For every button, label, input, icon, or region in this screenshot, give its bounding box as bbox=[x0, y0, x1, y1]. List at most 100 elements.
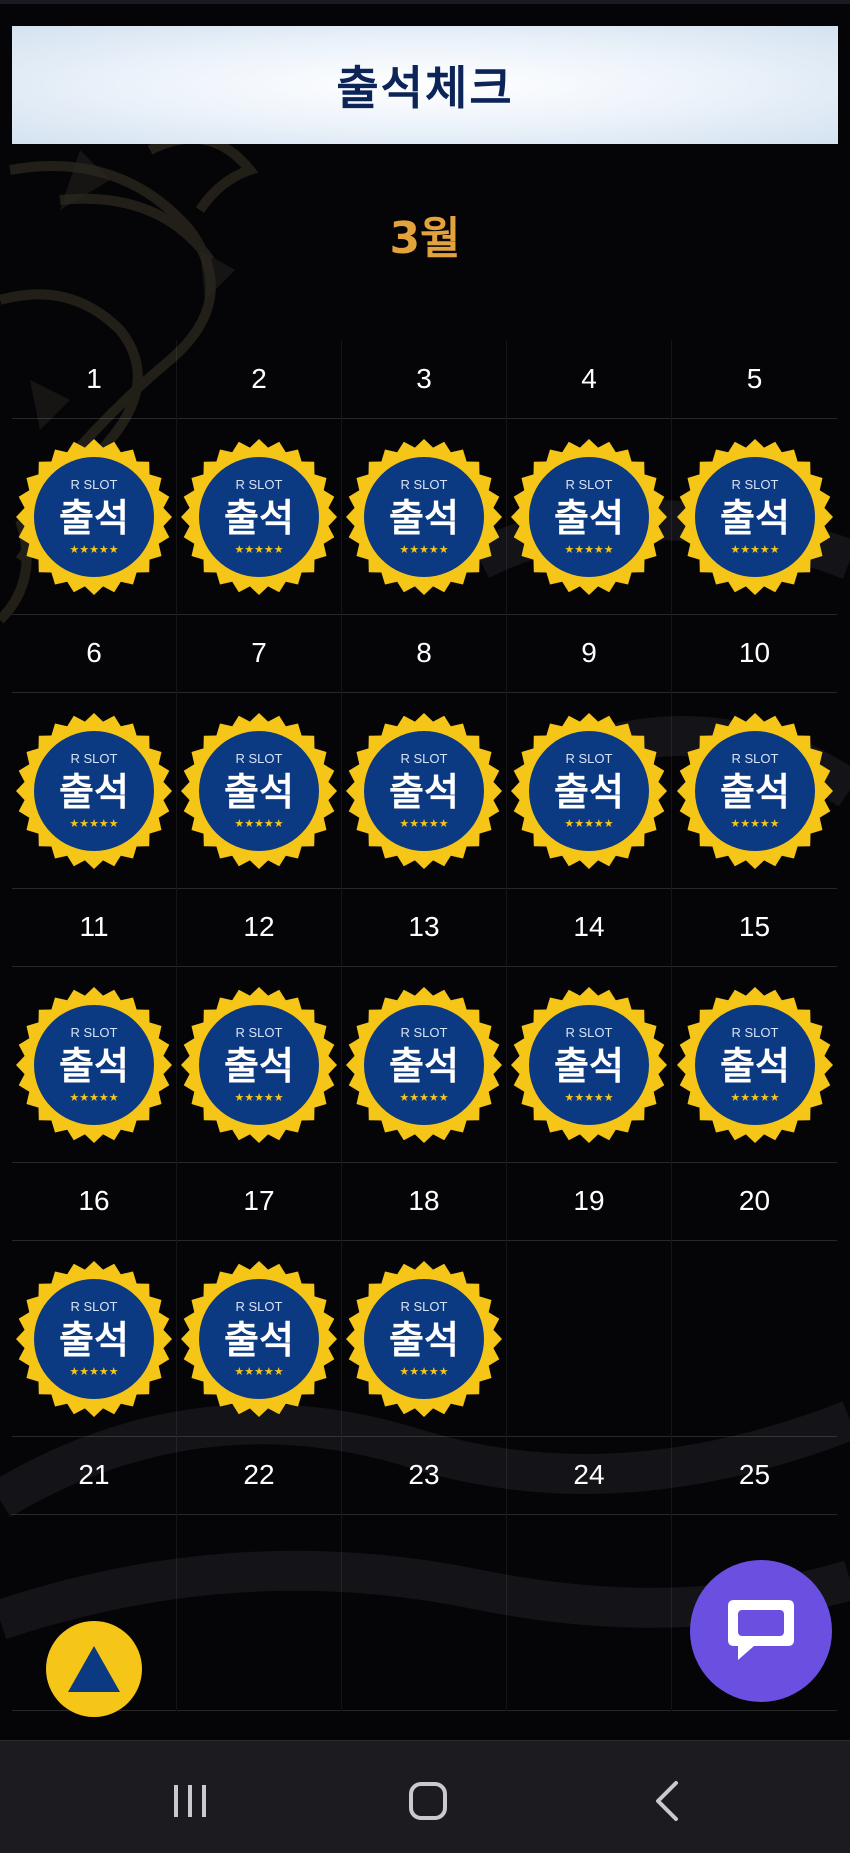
calendar-day-cell: 9 R SLOT 출석 ★★★★★ bbox=[507, 614, 672, 889]
attendance-badge: R SLOT 출석 ★★★★★ bbox=[14, 985, 174, 1145]
badge-brand: R SLOT bbox=[566, 751, 613, 766]
badge-stars: ★★★★★ bbox=[69, 817, 118, 830]
badge-label: 출석 bbox=[389, 1318, 459, 1362]
attendance-stamp-icon: R SLOT 출석 ★★★★★ bbox=[181, 712, 337, 869]
attendance-badge: R SLOT 출석 ★★★★★ bbox=[675, 711, 835, 871]
attendance-stamp-icon: R SLOT 출석 ★★★★★ bbox=[511, 438, 667, 595]
attendance-slot: R SLOT 출석 ★★★★★ bbox=[177, 967, 341, 1163]
attendance-badge: R SLOT 출석 ★★★★★ bbox=[344, 437, 504, 597]
attendance-stamp-icon: R SLOT 출석 ★★★★★ bbox=[346, 1260, 502, 1417]
attendance-slot: R SLOT 출석 ★★★★★ bbox=[177, 419, 341, 615]
attendance-slot: R SLOT 출석 ★★★★★ bbox=[177, 693, 341, 889]
badge-brand: R SLOT bbox=[731, 1025, 778, 1040]
calendar-day-cell: 16 R SLOT 출석 ★★★★★ bbox=[12, 1162, 177, 1437]
badge-label: 출석 bbox=[389, 1044, 459, 1088]
day-number: 7 bbox=[177, 614, 341, 693]
recent-apps-button[interactable] bbox=[160, 1771, 220, 1831]
attendance-stamp-icon: R SLOT 출석 ★★★★★ bbox=[346, 438, 502, 595]
day-number: 11 bbox=[12, 888, 176, 967]
calendar-day-cell: 12 R SLOT 출석 ★★★★★ bbox=[177, 888, 342, 1163]
attendance-slot: R SLOT 출석 ★★★★★ bbox=[672, 419, 837, 615]
badge-stars: ★★★★★ bbox=[399, 817, 448, 830]
attendance-slot: R SLOT 출석 ★★★★★ bbox=[12, 1241, 176, 1437]
badge-label: 출석 bbox=[224, 496, 294, 540]
back-icon bbox=[656, 1781, 678, 1821]
badge-label: 출석 bbox=[59, 1044, 129, 1088]
badge-label: 출석 bbox=[224, 1044, 294, 1088]
attendance-badge: R SLOT 출석 ★★★★★ bbox=[14, 437, 174, 597]
badge-brand: R SLOT bbox=[71, 751, 118, 766]
calendar-day-cell: 20 bbox=[672, 1162, 837, 1437]
badge-stars: ★★★★★ bbox=[730, 543, 779, 556]
home-button[interactable] bbox=[398, 1771, 458, 1831]
attendance-badge: R SLOT 출석 ★★★★★ bbox=[675, 985, 835, 1145]
day-number: 4 bbox=[507, 340, 671, 419]
attendance-slot: R SLOT 출석 ★★★★★ bbox=[177, 1241, 341, 1437]
attendance-slot: R SLOT 출석 ★★★★★ bbox=[12, 419, 176, 615]
back-button[interactable] bbox=[638, 1771, 698, 1831]
badge-label: 출석 bbox=[59, 770, 129, 814]
badge-brand: R SLOT bbox=[71, 1299, 118, 1314]
calendar-day-cell: 18 R SLOT 출석 ★★★★★ bbox=[342, 1162, 507, 1437]
badge-label: 출석 bbox=[59, 496, 129, 540]
attendance-slot: R SLOT 출석 ★★★★★ bbox=[12, 693, 176, 889]
attendance-stamp-icon: R SLOT 출석 ★★★★★ bbox=[676, 438, 833, 595]
badge-brand: R SLOT bbox=[71, 1025, 118, 1040]
recent-apps-icon bbox=[174, 1785, 206, 1817]
attendance-slot: R SLOT 출석 ★★★★★ bbox=[12, 967, 176, 1163]
day-number: 20 bbox=[672, 1162, 837, 1241]
attendance-slot bbox=[507, 1515, 671, 1711]
day-number: 23 bbox=[342, 1436, 506, 1515]
attendance-slot bbox=[342, 1515, 506, 1711]
badge-stars: ★★★★★ bbox=[399, 543, 448, 556]
attendance-stamp-icon: R SLOT 출석 ★★★★★ bbox=[181, 1260, 337, 1417]
scroll-top-button[interactable] bbox=[46, 1621, 142, 1717]
attendance-badge: R SLOT 출석 ★★★★★ bbox=[344, 985, 504, 1145]
badge-stars: ★★★★★ bbox=[234, 1091, 283, 1104]
calendar-day-cell: 6 R SLOT 출석 ★★★★★ bbox=[12, 614, 177, 889]
badge-label: 출석 bbox=[720, 770, 790, 814]
badge-stars: ★★★★★ bbox=[69, 1091, 118, 1104]
calendar-day-cell: 2 R SLOT 출석 ★★★★★ bbox=[177, 340, 342, 615]
badge-brand: R SLOT bbox=[236, 751, 283, 766]
attendance-badge: R SLOT 출석 ★★★★★ bbox=[509, 711, 669, 871]
chat-button[interactable] bbox=[690, 1560, 832, 1702]
attendance-slot bbox=[672, 1241, 837, 1437]
day-number: 16 bbox=[12, 1162, 176, 1241]
attendance-badge: R SLOT 출석 ★★★★★ bbox=[179, 1259, 339, 1419]
day-number: 19 bbox=[507, 1162, 671, 1241]
day-number: 1 bbox=[12, 340, 176, 419]
badge-stars: ★★★★★ bbox=[564, 817, 613, 830]
calendar-day-cell: 24 bbox=[507, 1436, 672, 1711]
attendance-stamp-icon: R SLOT 출석 ★★★★★ bbox=[16, 1260, 172, 1417]
attendance-badge: R SLOT 출석 ★★★★★ bbox=[344, 1259, 504, 1419]
day-number: 9 bbox=[507, 614, 671, 693]
badge-brand: R SLOT bbox=[71, 477, 118, 492]
calendar-day-cell: 1 R SLOT 출석 ★★★★★ bbox=[12, 340, 177, 615]
day-number: 18 bbox=[342, 1162, 506, 1241]
badge-label: 출석 bbox=[720, 496, 790, 540]
badge-brand: R SLOT bbox=[236, 1299, 283, 1314]
badge-stars: ★★★★★ bbox=[234, 1365, 283, 1378]
attendance-slot: R SLOT 출석 ★★★★★ bbox=[342, 967, 506, 1163]
badge-brand: R SLOT bbox=[566, 1025, 613, 1040]
attendance-stamp-icon: R SLOT 출석 ★★★★★ bbox=[676, 712, 833, 869]
calendar-day-cell: 14 R SLOT 출석 ★★★★★ bbox=[507, 888, 672, 1163]
day-number: 15 bbox=[672, 888, 837, 967]
calendar-day-cell: 10 R SLOT 출석 ★★★★★ bbox=[672, 614, 837, 889]
chat-bubble-icon bbox=[728, 1600, 794, 1660]
badge-stars: ★★★★★ bbox=[234, 543, 283, 556]
badge-label: 출석 bbox=[224, 770, 294, 814]
attendance-calendar: 1 R SLOT 출석 ★★★★★ 2 R SLOT 출석 ★★★★★ 3 R SLOT 출석 ★★★… bbox=[12, 340, 837, 1711]
attendance-badge: R SLOT 출석 ★★★★★ bbox=[509, 437, 669, 597]
attendance-slot: R SLOT 출석 ★★★★★ bbox=[342, 419, 506, 615]
calendar-day-cell: 7 R SLOT 출석 ★★★★★ bbox=[177, 614, 342, 889]
badge-stars: ★★★★★ bbox=[69, 1365, 118, 1378]
attendance-slot: R SLOT 출석 ★★★★★ bbox=[672, 693, 837, 889]
attendance-header: 출석체크 bbox=[12, 26, 838, 144]
badge-stars: ★★★★★ bbox=[69, 543, 118, 556]
day-number: 2 bbox=[177, 340, 341, 419]
day-number: 14 bbox=[507, 888, 671, 967]
attendance-slot: R SLOT 출석 ★★★★★ bbox=[507, 419, 671, 615]
attendance-stamp-icon: R SLOT 출석 ★★★★★ bbox=[16, 712, 172, 869]
